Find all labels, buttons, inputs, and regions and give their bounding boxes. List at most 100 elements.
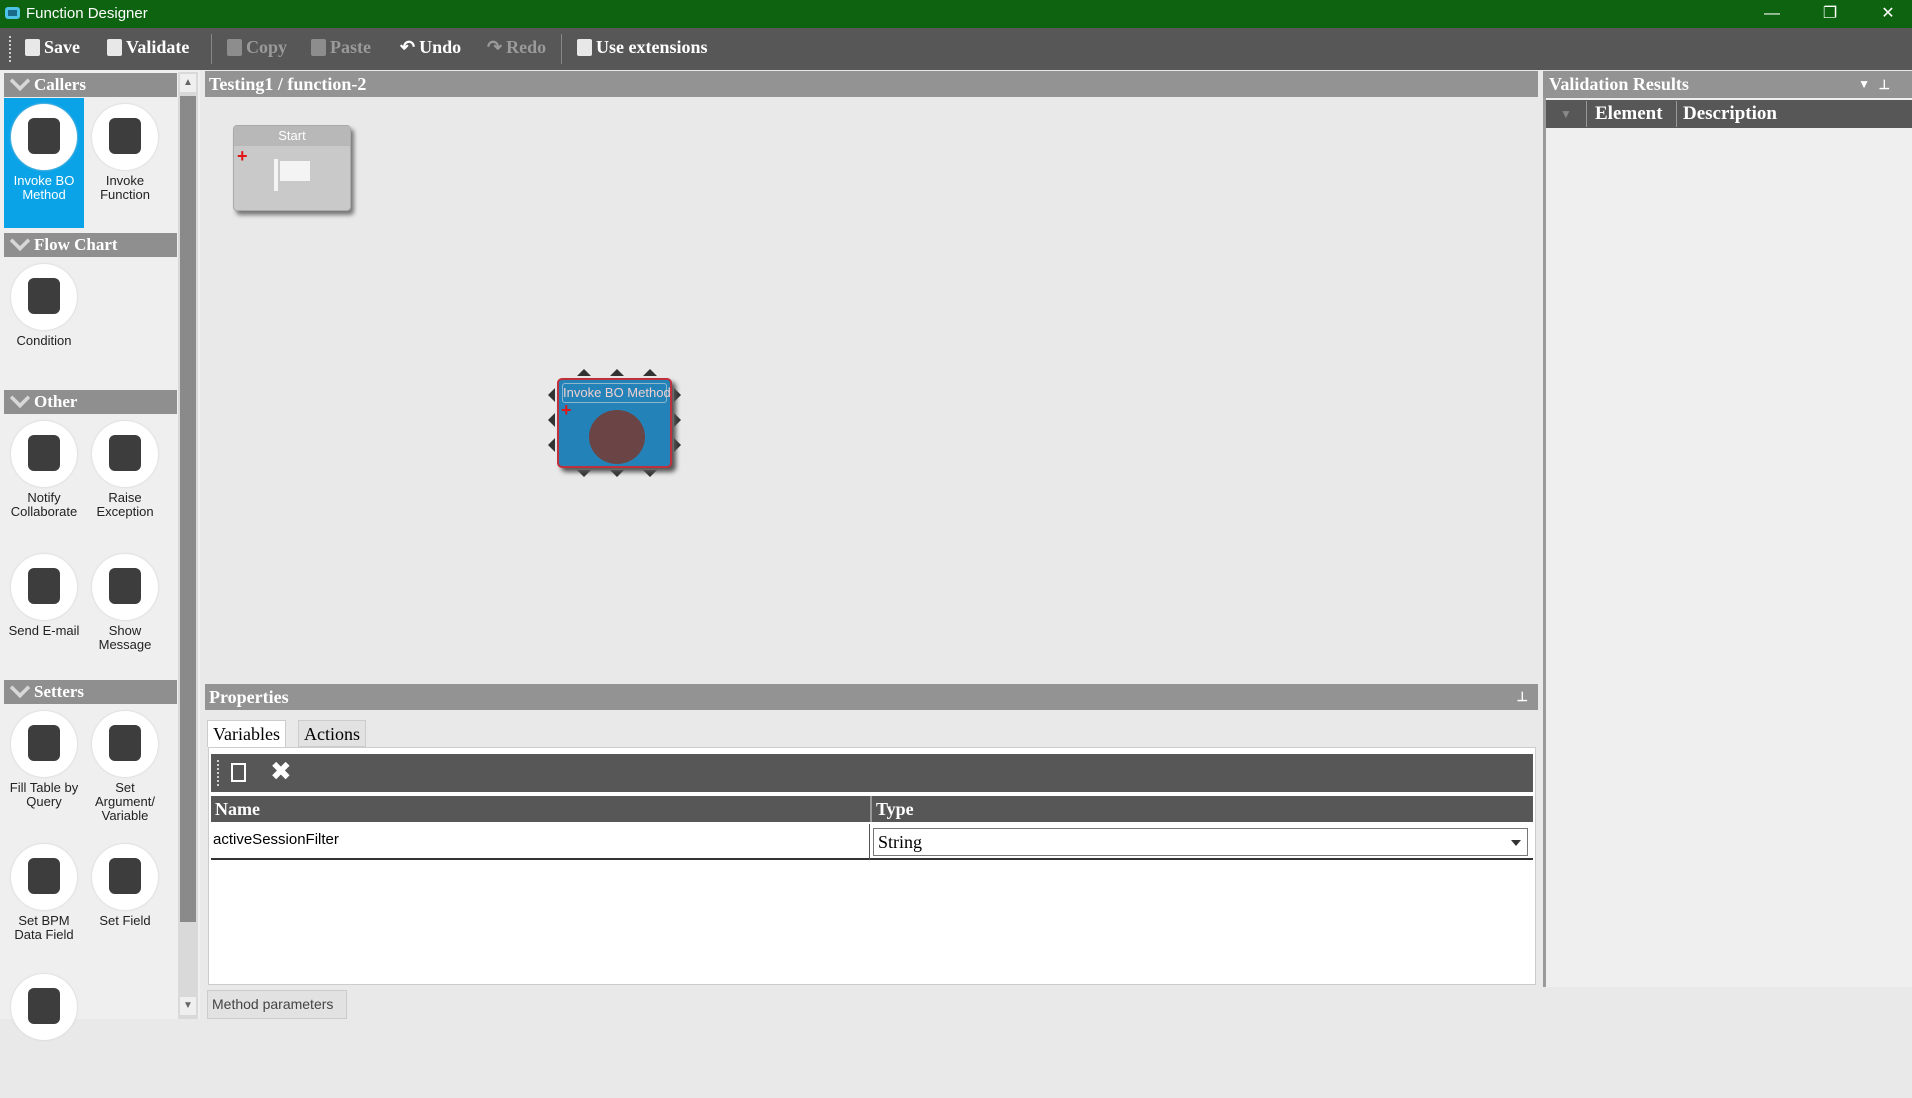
item-label: Set BPM Data Field [14,913,74,942]
plus-icon: + [237,146,248,166]
palette-item-show-message[interactable]: Show Message [85,548,165,678]
calendar-icon [11,844,77,910]
paste-button[interactable]: Paste [311,37,371,58]
palette-scrollbar[interactable]: ▲ ▼ [178,72,198,1019]
restore-button[interactable]: ❐ [1810,2,1850,26]
palette-item-notify-collaborate[interactable]: Notify Collaborate [4,415,84,545]
port[interactable] [674,438,688,452]
port[interactable] [674,413,688,427]
item-label: Fill Table by Query [9,780,79,809]
column-type[interactable]: Type [870,796,914,822]
palette-item-invoke-bo-method[interactable]: Invoke BO Method [4,98,84,228]
validation-body [1543,98,1912,987]
dropdown-icon[interactable]: ▼ [1858,71,1870,98]
palette-item-set-bpm-data-field[interactable]: Set BPM Data Field [4,838,84,968]
palette-item-partial[interactable] [4,968,84,1098]
validation-header: Validation Results ▼ ⊥ [1543,71,1912,98]
use-extensions-label: Use extensions [596,37,708,57]
use-extensions-button[interactable]: Use extensions [577,37,708,58]
tab-actions[interactable]: Actions [298,720,366,747]
separator [561,34,562,64]
port[interactable] [541,413,555,427]
tab-method-parameters[interactable]: Method parameters [207,990,347,1019]
section-callers[interactable]: Callers [4,73,177,97]
exception-icon [92,421,158,487]
properties-header: Properties ⊥ [205,684,1538,710]
column-element[interactable]: Element [1586,101,1663,127]
delete-icon[interactable]: ✖ [270,757,292,787]
copy-button[interactable]: Copy [227,37,287,58]
table-row[interactable]: activeSessionFilter String [211,824,1533,860]
start-node[interactable]: Start + [233,125,351,211]
checkbox-icon [107,39,122,56]
scroll-up-arrow[interactable]: ▲ [180,74,196,92]
type-select[interactable]: String [873,828,1528,856]
start-node-label: Start [234,126,350,146]
grid-toolbar: ✖ [211,754,1533,792]
flag-icon [274,159,312,191]
close-button[interactable]: ✕ [1868,2,1908,26]
condition-icon [11,264,77,330]
validate-button[interactable]: Validate [107,37,189,58]
save-button[interactable]: Save [25,37,80,58]
palette-item-fill-table[interactable]: Fill Table by Query [4,705,84,835]
item-label: Set Field [99,913,151,928]
undo-button[interactable]: ↶ Undo [400,37,461,58]
palette-item-send-email[interactable]: Send E-mail [4,548,84,678]
toolbar-grip[interactable] [9,36,12,62]
port[interactable] [541,388,555,402]
port[interactable] [577,362,591,376]
column-description[interactable]: Description [1676,101,1777,127]
section-other[interactable]: Other [4,390,177,414]
palette-item-set-argument[interactable]: Set Argument/ Variable [85,705,165,835]
pin-icon[interactable]: ⊥ [1517,684,1528,710]
section-flow-chart[interactable]: Flow Chart [4,233,177,257]
breadcrumb: Testing1 / function-2 [205,71,1538,97]
grid-header: Name Type [211,796,1533,822]
pin-icon[interactable]: ⊥ [1879,71,1890,98]
tab-variables[interactable]: Variables [207,720,286,747]
title-bar: Function Designer — ❐ ✕ [0,0,1912,28]
abc-icon [92,711,158,777]
chevron-down-icon [1511,840,1521,851]
port[interactable] [610,470,624,484]
palette-item-condition[interactable]: Condition [4,258,84,388]
invoke-bo-icon [589,410,645,464]
redo-button[interactable]: ↷ Redo [487,37,546,58]
column-name[interactable]: Name [211,796,260,822]
app-icon [5,7,20,19]
palette-item-invoke-function[interactable]: Invoke Function [85,98,165,228]
port[interactable] [643,362,657,376]
divider [869,824,870,860]
design-canvas[interactable]: Start + Invoke BO Method + [205,97,1538,678]
palette-item-raise-exception[interactable]: Raise Exception [85,415,165,545]
minimize-button[interactable]: — [1752,2,1792,26]
item-label: Invoke BO Method [13,173,75,202]
palette-item-set-field[interactable]: Set Field [85,838,165,968]
extensions-icon [577,39,592,56]
port[interactable] [541,438,555,452]
port[interactable] [643,470,657,484]
variable-name[interactable]: activeSessionFilter [213,831,339,848]
invoke-bo-icon [11,104,77,170]
save-label: Save [44,37,80,57]
validation-columns: ▼ Element Description [1546,100,1912,128]
invoke-bo-method-node[interactable]: Invoke BO Method + [557,378,672,468]
info-icon [92,554,158,620]
plus-icon: + [561,400,572,420]
port[interactable] [674,388,688,402]
section-setters[interactable]: Setters [4,680,177,704]
item-label: Raise Exception [96,490,154,519]
node-label: Invoke BO Method [562,383,671,403]
new-document-icon[interactable] [231,763,246,782]
scroll-down-arrow[interactable]: ▼ [180,997,196,1015]
item-label: Send E-mail [8,623,80,638]
scroll-thumb[interactable] [180,96,196,922]
toolbar-grip [217,760,219,786]
validation-title: Validation Results [1549,74,1689,94]
window-title: Function Designer [26,5,148,22]
redo-icon: ↷ [487,37,503,57]
port[interactable] [610,362,624,376]
port[interactable] [577,470,591,484]
filter-icon[interactable]: ▼ [1556,101,1572,127]
